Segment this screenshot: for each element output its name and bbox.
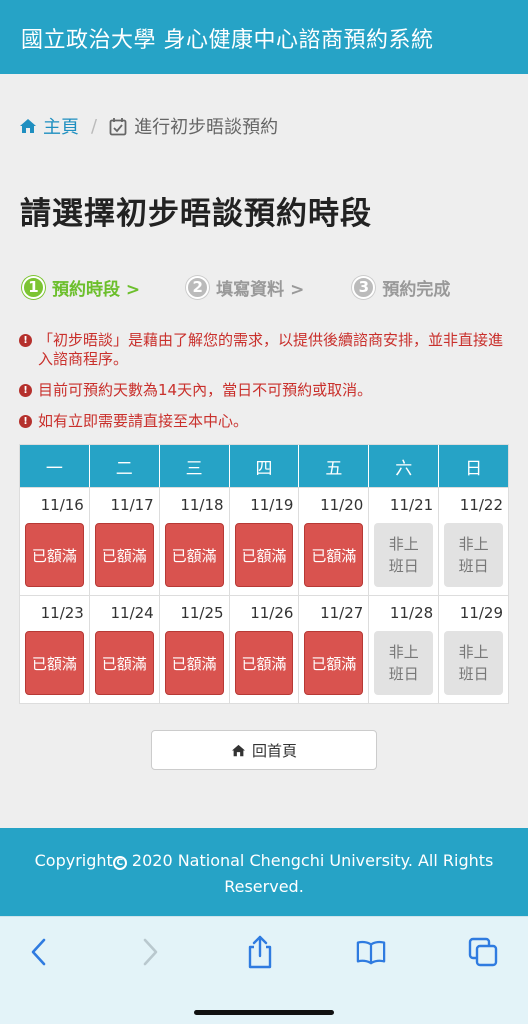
- home-icon: [20, 119, 36, 133]
- notice-text: 目前可預約天數為14天內，當日不可預約或取消。: [38, 381, 373, 399]
- notice-text: 「初步晤談」是藉由了解您的需求，以提供後續諮商安排，並非直接進入諮商程序。: [38, 331, 504, 368]
- calendar-day-cell: 11/23 已額滿: [20, 596, 90, 703]
- notice-text: 如有立即需要請直接至本中心。: [38, 412, 249, 430]
- weekday-fri: 五: [299, 445, 370, 487]
- fully-booked-button[interactable]: 已額滿: [25, 631, 84, 695]
- day-date: 11/28: [389, 604, 434, 622]
- breadcrumb-current: 進行初步晤談預約: [109, 113, 278, 139]
- calendar-week-row: 11/16 已額滿 11/17 已額滿 11/18 已額滿 11/19 已額滿 11/2…: [20, 487, 508, 595]
- calendar-day-cell: 11/29 非上班日: [439, 596, 508, 703]
- calendar-check-icon: [109, 117, 127, 135]
- calendar-day-cell: 11/21 非上班日: [369, 488, 440, 595]
- fully-booked-button[interactable]: 已額滿: [304, 631, 364, 695]
- calendar-day-cell: 11/27 已額滿: [299, 596, 370, 703]
- weekday-wed: 三: [160, 445, 230, 487]
- page-footer: Copyright C 2020 National Chengchi Univer…: [0, 828, 528, 928]
- step-1-label: 預約時段 >: [52, 279, 141, 300]
- calendar-day-cell: 11/16 已額滿: [20, 488, 90, 595]
- day-date: 11/22: [459, 496, 504, 514]
- calendar-day-cell: 11/20 已額滿: [299, 488, 370, 595]
- calendar-day-cell: 11/18 已額滿: [160, 488, 230, 595]
- home-icon: [231, 744, 245, 756]
- day-date: 11/23: [40, 604, 84, 622]
- step-3: 3 預約完成: [352, 275, 450, 300]
- fully-booked-button[interactable]: 已額滿: [25, 523, 84, 587]
- copyright-suffix: 2020 National Chengchi University. All R…: [126, 851, 494, 896]
- step-3-number: 3: [352, 275, 376, 299]
- calendar-day-cell: 11/19 已額滿: [230, 488, 300, 595]
- forward-arrow-icon[interactable]: [135, 937, 165, 967]
- day-date: 11/21: [389, 496, 434, 514]
- breadcrumb-current-label: 進行初步晤談預約: [134, 117, 279, 138]
- fully-booked-button[interactable]: 已額滿: [94, 631, 154, 695]
- day-date: 11/20: [320, 496, 364, 514]
- day-date: 11/25: [180, 604, 224, 622]
- step-2: 2 填寫資料 >: [186, 275, 304, 300]
- bookmarks-icon[interactable]: [356, 937, 386, 967]
- day-date: 11/24: [110, 604, 154, 622]
- fully-booked-button[interactable]: 已額滿: [304, 523, 364, 587]
- fully-booked-button[interactable]: 已額滿: [94, 523, 154, 587]
- breadcrumb-separator: /: [91, 115, 98, 137]
- step-indicator: 1 預約時段 > 2 填寫資料 > 3 預約完成: [22, 273, 450, 301]
- non-working-day-label: 非上班日: [374, 523, 434, 587]
- day-date: 11/26: [250, 604, 294, 622]
- day-date: 11/29: [459, 604, 504, 622]
- fully-booked-button[interactable]: 已額滿: [234, 523, 294, 587]
- share-icon[interactable]: [245, 935, 275, 969]
- weekday-mon: 一: [20, 445, 90, 487]
- day-date: 11/27: [320, 604, 364, 622]
- breadcrumb: 主頁 / 進行初步晤談預約: [19, 113, 278, 139]
- calendar-week-row: 11/23 已額滿 11/24 已額滿 11/25 已額滿 11/26 已額滿 11/2…: [20, 595, 508, 703]
- back-to-home-button[interactable]: 回首頁: [151, 730, 377, 770]
- weekday-sat: 六: [369, 445, 440, 487]
- day-date: 11/18: [180, 496, 224, 514]
- calendar-day-cell: 11/28 非上班日: [369, 596, 440, 703]
- day-date: 11/19: [250, 496, 294, 514]
- non-working-day-label: 非上班日: [444, 631, 504, 695]
- non-working-day-label: 非上班日: [374, 631, 434, 695]
- site-title: 國立政治大學 身心健康中心諮商預約系統: [21, 28, 434, 53]
- weekday-thu: 四: [230, 445, 300, 487]
- calendar-day-cell: 11/25 已額滿: [160, 596, 230, 703]
- calendar-day-cell: 11/26 已額滿: [230, 596, 300, 703]
- step-2-number: 2: [186, 275, 210, 299]
- notice-item: ! 如有立即需要請直接至本中心。: [19, 412, 511, 431]
- fully-booked-button[interactable]: 已額滿: [164, 631, 224, 695]
- notice-item: ! 「初步晤談」是藉由了解您的需求，以提供後續諮商安排，並非直接進入諮商程序。: [19, 331, 511, 369]
- copyright-prefix: Copyright: [34, 851, 113, 870]
- back-to-home-label: 回首頁: [251, 741, 297, 760]
- top-header: 國立政治大學 身心健康中心諮商預約系統: [0, 0, 528, 74]
- exclamation-circle-icon: !: [19, 415, 32, 428]
- page-title: 請選擇初步晤談預約時段: [20, 196, 372, 232]
- calendar-day-cell: 11/24 已額滿: [90, 596, 160, 703]
- booking-calendar: 一 二 三 四 五 六 日 11/16 已額滿 11/17 已額滿 11/18 已額滿…: [19, 444, 509, 704]
- exclamation-circle-icon: !: [19, 334, 32, 347]
- weekday-sun: 日: [465, 458, 483, 479]
- step-1-number: 1: [22, 275, 45, 299]
- notice-item: ! 目前可預約天數為14天內，當日不可預約或取消。: [19, 381, 511, 400]
- exclamation-circle-icon: !: [19, 384, 32, 397]
- breadcrumb-home-label: 主頁: [43, 117, 79, 138]
- non-working-day-label: 非上班日: [444, 523, 504, 587]
- day-date: 11/16: [40, 496, 84, 514]
- tabs-icon[interactable]: [468, 937, 498, 967]
- fully-booked-button[interactable]: 已額滿: [164, 523, 224, 587]
- fully-booked-button[interactable]: 已額滿: [234, 631, 294, 695]
- notice-list: ! 「初步晤談」是藉由了解您的需求，以提供後續諮商安排，並非直接進入諮商程序。 …: [19, 331, 511, 443]
- step-1: 1 預約時段 >: [22, 275, 140, 300]
- calendar-weekday-header: 一 二 三 四 五 六 日: [20, 445, 508, 487]
- calendar-day-cell: 11/22 非上班日: [439, 488, 508, 595]
- step-3-label: 預約完成: [382, 279, 451, 300]
- step-2-label: 填寫資料 >: [216, 279, 305, 300]
- weekday-tue: 二: [90, 445, 160, 487]
- copyright-text: Copyright C 2020 National Chengchi Univer…: [20, 848, 508, 900]
- browser-toolbar: [0, 916, 528, 1024]
- copyright-icon: C: [112, 856, 127, 870]
- breadcrumb-home-link[interactable]: 主頁: [19, 113, 79, 139]
- calendar-day-cell: 11/17 已額滿: [90, 488, 160, 595]
- back-arrow-icon[interactable]: [24, 937, 54, 967]
- day-date: 11/17: [110, 496, 154, 514]
- home-indicator: [194, 1010, 334, 1015]
